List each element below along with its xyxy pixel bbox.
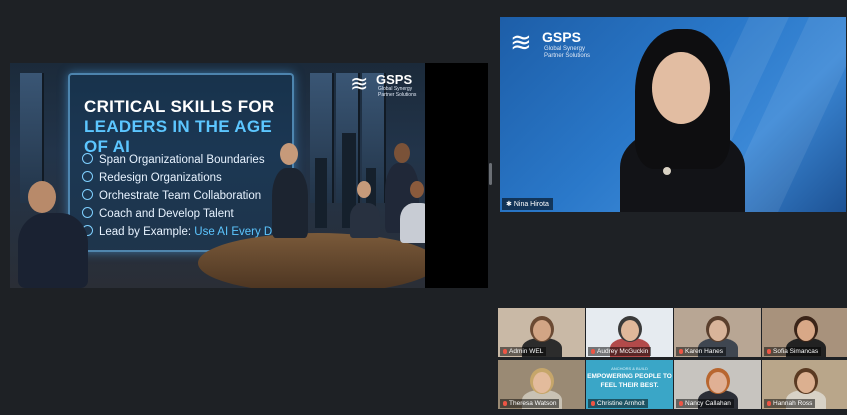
shared-screen: CRITICAL SKILLS FOR LEADERS IN THE AGE O… bbox=[10, 63, 488, 288]
participant-face bbox=[709, 320, 727, 341]
muted-mic-icon bbox=[591, 401, 595, 406]
participant-tile[interactable]: Theresa Watson bbox=[498, 360, 585, 409]
participant-face bbox=[797, 320, 815, 341]
bullet-icon bbox=[82, 171, 93, 182]
participant-tile[interactable]: Admin WEL bbox=[498, 308, 585, 357]
participant-gallery: Admin WEL Audrey McGuckin Karen Hanes Sofia… bbox=[498, 308, 847, 410]
muted-mic-icon bbox=[591, 349, 595, 354]
seated-woman bbox=[350, 203, 380, 238]
active-speaker-video[interactable]: ≋ GSPS Global Synergy Partner Solutions … bbox=[500, 17, 846, 212]
participant-name: Audrey McGuckin bbox=[588, 347, 652, 356]
speaker-face bbox=[652, 52, 710, 124]
skill-item: Span Organizational Boundaries bbox=[82, 153, 265, 166]
bullet-icon bbox=[82, 189, 93, 200]
participant-face bbox=[533, 372, 551, 393]
participant-face bbox=[709, 372, 727, 393]
banner-text-line1: EMPOWERING PEOPLE TO bbox=[587, 373, 672, 380]
skill-item: Redesign Organizations bbox=[82, 171, 222, 184]
slide-title-line1: CRITICAL SKILLS FOR bbox=[84, 97, 275, 116]
swoosh-icon: ≋ bbox=[350, 71, 369, 96]
participant-name: Karen Hanes bbox=[676, 347, 726, 356]
participant-face bbox=[797, 372, 815, 393]
muted-mic-icon bbox=[679, 349, 683, 354]
banner-small-text: ANCHORS & BUILD bbox=[611, 366, 648, 371]
necklace-pendant bbox=[663, 167, 671, 175]
skill-item: Coach and Develop Talent bbox=[82, 207, 234, 220]
presenter bbox=[272, 168, 308, 238]
participant-tile[interactable]: Hannah Ross bbox=[762, 360, 847, 409]
seated-man bbox=[18, 213, 88, 288]
screen-letterbox bbox=[425, 63, 488, 288]
person-head bbox=[410, 181, 424, 198]
skill-item: Orchestrate Team Collaboration bbox=[82, 189, 261, 202]
city-building bbox=[315, 158, 327, 228]
gsps-logo: ≋ GSPS Global Synergy Partner Solutions bbox=[510, 27, 591, 59]
participant-name: Admin WEL bbox=[500, 347, 547, 356]
participant-face bbox=[621, 320, 639, 341]
participant-tile[interactable]: Sofia Simancas bbox=[762, 308, 847, 357]
banner-text-line2: FEEL THEIR BEST. bbox=[600, 382, 659, 389]
gsps-logo: ≋ GSPS Global Synergy Partner Solutions bbox=[350, 71, 417, 98]
mic-icon: ✱ bbox=[506, 201, 512, 208]
speaker-name-tag: ✱ Nina Hirota bbox=[502, 198, 553, 210]
participant-tile[interactable]: Audrey McGuckin bbox=[586, 308, 673, 357]
participant-tile[interactable]: ANCHORS & BUILD EMPOWERING PEOPLE TO FEEL … bbox=[586, 360, 673, 409]
skill-item: Lead by Example: Use AI Every Day bbox=[82, 225, 284, 238]
muted-mic-icon bbox=[767, 401, 771, 406]
skills-hologram-panel: CRITICAL SKILLS FOR LEADERS IN THE AGE O… bbox=[68, 73, 294, 252]
participant-name: Christine Arnholt bbox=[588, 399, 648, 408]
person-head bbox=[280, 143, 298, 165]
participant-name: Theresa Watson bbox=[500, 399, 560, 408]
muted-mic-icon bbox=[679, 401, 683, 406]
swoosh-icon: ≋ bbox=[510, 27, 532, 57]
participant-tile[interactable]: Karen Hanes bbox=[674, 308, 761, 357]
person-head bbox=[28, 181, 56, 213]
muted-mic-icon bbox=[503, 349, 507, 354]
participant-name: Hannah Ross bbox=[764, 399, 816, 408]
participant-name: Nancy Callahan bbox=[676, 399, 734, 408]
bullet-icon bbox=[82, 153, 93, 164]
muted-mic-icon bbox=[767, 349, 771, 354]
participant-face bbox=[533, 320, 551, 341]
participant-tile[interactable]: Nancy Callahan bbox=[674, 360, 761, 409]
panel-resize-handle[interactable] bbox=[489, 163, 492, 185]
slide-title-line2: LEADERS IN THE AGE OF AI bbox=[84, 117, 273, 156]
bullet-icon bbox=[82, 207, 93, 218]
person-head bbox=[394, 143, 410, 163]
participant-name: Sofia Simancas bbox=[764, 347, 822, 356]
muted-mic-icon bbox=[503, 401, 507, 406]
person-head bbox=[357, 181, 371, 198]
